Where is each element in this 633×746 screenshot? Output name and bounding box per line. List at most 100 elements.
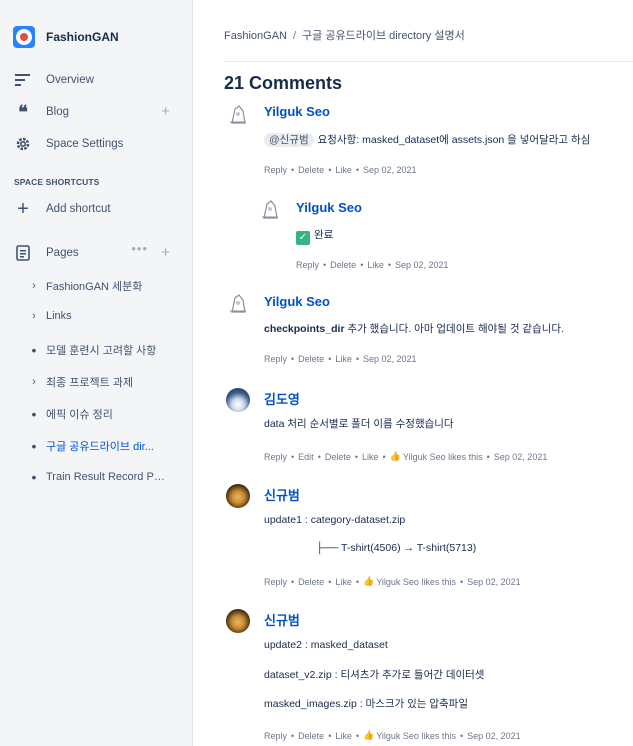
comment-date[interactable]: Sep 02, 2021 [467, 577, 521, 587]
tree-item-active[interactable]: • 구글 공유드라이브 dir... [28, 438, 178, 454]
comment-date[interactable]: Sep 02, 2021 [494, 452, 548, 462]
tree-item-label: FashionGAN 세분화 [46, 281, 143, 293]
like-link[interactable]: Like [335, 731, 352, 741]
tree-item-label: Links [46, 310, 72, 322]
delete-link[interactable]: Delete [298, 354, 324, 364]
comment-body: data 처리 순서별로 폴더 이름 수정했습니다 [264, 416, 454, 431]
comments-title: 21 Comments [224, 73, 343, 93]
nav-overview[interactable]: Overview [14, 70, 174, 90]
chevron-right-icon[interactable]: › [28, 376, 40, 388]
comment-actions: Reply • Delete • Like • 👍 Yilguk Seo likes t… [264, 576, 521, 587]
avatar[interactable] [226, 609, 250, 633]
avatar[interactable] [226, 484, 250, 508]
tree-item[interactable]: • 모델 훈련시 고려할 사항 [28, 342, 178, 358]
comment-body-line: dataset_v2.zip : 티셔츠가 추가로 들어간 데이터셋 [264, 667, 484, 682]
comment-date[interactable]: Sep 02, 2021 [395, 260, 449, 270]
comment-text: 추가 했습니다. 아마 업데이트 해야될 것 같습니다. [344, 323, 564, 335]
thumbs-up-icon: 👍 [363, 576, 375, 586]
likes-count[interactable]: Yilguk Seo likes this [376, 731, 456, 741]
tree-item-label: Train Result Record Page [46, 471, 170, 483]
nav-space-settings[interactable]: Space Settings [14, 134, 174, 154]
space-header[interactable]: FashionGAN [13, 26, 119, 48]
nav-blog[interactable]: ❝ Blog + [14, 102, 174, 123]
delete-link[interactable]: Delete [298, 165, 324, 175]
breadcrumb-space-link[interactable]: FashionGAN [224, 30, 287, 42]
tree-item[interactable]: › FashionGAN 세분화 [28, 278, 178, 294]
thumbs-up-icon: 👍 [363, 730, 375, 740]
tree-item-label: 구글 공유드라이브 dir... [46, 441, 154, 453]
like-link[interactable]: Like [335, 165, 352, 175]
tree-item[interactable]: • Train Result Record Page [28, 469, 178, 485]
like-link[interactable]: Like [335, 577, 352, 587]
comment-text: 요청사항: masked_dataset에 assets.json 을 넣어달라… [317, 134, 591, 146]
comment-text: 완료 [314, 229, 334, 241]
delete-link[interactable]: Delete [298, 731, 324, 741]
bullet-icon: • [31, 469, 37, 485]
likes-count[interactable]: Yilguk Seo likes this [376, 577, 456, 587]
user-mention[interactable]: @신규범 [264, 133, 314, 147]
avatar[interactable] [258, 198, 282, 222]
comment-text: dataset_v2.zip : 티셔츠가 추가로 들어간 데이터셋 [264, 669, 485, 681]
like-link[interactable]: Like [362, 452, 379, 462]
comment-body: @신규범 요청사항: masked_dataset에 assets.json 을 … [264, 132, 590, 147]
comment-author[interactable]: Yilguk Seo [264, 294, 330, 309]
sidebar: FashionGAN Overview ❝ Blog + Space Setti… [0, 0, 193, 746]
tree-item[interactable]: • 에픽 이슈 정리 [28, 406, 178, 422]
comment-text: masked_images.zip : 마스크가 있는 압축파일 [264, 698, 468, 710]
add-shortcut[interactable]: + Add shortcut [14, 198, 174, 220]
reply-link[interactable]: Reply [264, 577, 287, 587]
add-page-icon[interactable]: + [161, 244, 170, 261]
like-link[interactable]: Like [335, 354, 352, 364]
reply-link[interactable]: Reply [296, 260, 319, 270]
delete-link[interactable]: Delete [330, 260, 356, 270]
comment-body-line: ├── T-shirt(4506) → T-shirt(5713) [316, 542, 476, 554]
comment-text: data 처리 순서별로 폴더 이름 수정했습니다 [264, 418, 454, 430]
tree-item[interactable]: › Links [28, 310, 178, 322]
comment-author[interactable]: 신규범 [264, 485, 300, 504]
divider [224, 61, 633, 62]
chevron-right-icon[interactable]: › [28, 310, 40, 322]
nav-pages-label: Pages [46, 247, 79, 259]
breadcrumb-page-link[interactable]: 구글 공유드라이브 directory 설명서 [302, 30, 465, 42]
comment-body: update2 : masked_dataset [264, 639, 388, 651]
comment-actions: Reply • Delete • Like • Sep 02, 2021 [296, 260, 449, 270]
edit-link[interactable]: Edit [298, 452, 314, 462]
comment-body: ✓ 완료 [296, 227, 333, 245]
comment-date[interactable]: Sep 02, 2021 [467, 731, 521, 741]
comment-author[interactable]: Yilguk Seo [264, 104, 330, 119]
avatar[interactable] [226, 103, 250, 127]
breadcrumb-separator: / [292, 30, 297, 42]
avatar[interactable] [226, 292, 250, 316]
nav-overview-label: Overview [46, 74, 94, 86]
reply-link[interactable]: Reply [264, 731, 287, 741]
reply-link[interactable]: Reply [264, 354, 287, 364]
reply-link[interactable]: Reply [264, 165, 287, 175]
delete-link[interactable]: Delete [298, 577, 324, 587]
chevron-right-icon[interactable]: › [28, 280, 40, 292]
more-icon[interactable]: ••• [131, 241, 148, 256]
overview-icon [14, 71, 32, 89]
comment-author[interactable]: Yilguk Seo [296, 200, 362, 215]
tree-item-label: 에픽 이슈 정리 [46, 409, 113, 421]
nav-blog-label: Blog [46, 106, 70, 118]
like-link[interactable]: Like [367, 260, 384, 270]
add-blog-icon[interactable]: + [161, 103, 170, 120]
tree-item[interactable]: › 최종 프로젝트 과제 [28, 374, 178, 390]
comment-author[interactable]: 김도영 [264, 389, 300, 408]
breadcrumb: FashionGAN / 구글 공유드라이브 directory 설명서 [224, 27, 465, 43]
thumbs-up-icon: 👍 [389, 451, 401, 461]
comment-text: ├── T-shirt(4506) → T-shirt(5713) [316, 542, 477, 554]
delete-link[interactable]: Delete [325, 452, 351, 462]
avatar[interactable] [226, 388, 250, 412]
comment-author[interactable]: 신규범 [264, 610, 300, 629]
comment-date[interactable]: Sep 02, 2021 [363, 165, 417, 175]
likes-count[interactable]: Yilguk Seo likes this [403, 452, 483, 462]
bullet-icon: • [31, 342, 37, 358]
comment-body: checkpoints_dir 추가 했습니다. 아마 업데이트 해야될 것 같… [264, 321, 564, 336]
comment-date[interactable]: Sep 02, 2021 [363, 354, 417, 364]
nav-pages[interactable]: Pages ••• + [14, 241, 174, 263]
tree-item-label: 최종 프로젝트 과제 [46, 377, 134, 389]
comment-actions: Reply • Edit • Delete • Like • 👍 Yilguk Seo l… [264, 451, 548, 462]
reply-link[interactable]: Reply [264, 452, 287, 462]
comment-text: update1 : category-dataset.zip [264, 514, 406, 526]
